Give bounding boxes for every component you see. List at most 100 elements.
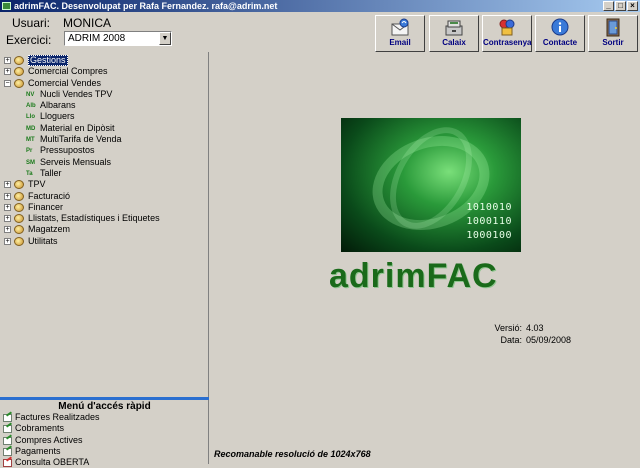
menu-tree: + Gestions + Comercial Compres − Comerci…	[2, 55, 207, 247]
tree-item-label: Llistats, Estadístiques i Etiquetes	[28, 213, 160, 224]
version-label: Versió:	[494, 323, 522, 333]
tree-item-label: Magatzem	[28, 224, 71, 235]
folder-icon	[14, 78, 24, 88]
folder-icon	[14, 191, 24, 201]
expand-icon[interactable]: +	[4, 181, 11, 189]
exit-button[interactable]: Sortir	[588, 15, 638, 52]
binary-line: 1000110	[466, 216, 512, 227]
chevron-down-icon[interactable]: ▼	[159, 32, 171, 45]
tree-item-llistats[interactable]: + Llistats, Estadístiques i Etiquetes	[2, 213, 207, 224]
tree-child-label: Lloguers	[40, 111, 75, 122]
binary-line: 1000100	[466, 230, 512, 241]
exercise-select-value: ADRIM 2008	[68, 33, 126, 44]
module-icon: Pr	[26, 148, 33, 155]
cash-drawer-button-label: Calaix	[442, 38, 466, 47]
email-button-label: Email	[389, 38, 411, 47]
email-icon	[391, 18, 409, 36]
document-icon	[3, 459, 12, 468]
main-area: 1010010 1000110 1000100 adrimFAC Versió:…	[210, 52, 640, 464]
exercise-label: Exercici:	[6, 33, 52, 47]
module-icon: MD	[26, 125, 36, 132]
quick-item-label: Cobraments	[15, 423, 65, 434]
app-icon	[2, 2, 11, 10]
password-button-label: Contrasenya	[483, 38, 532, 47]
password-button[interactable]: Contrasenya	[482, 15, 532, 52]
contact-button[interactable]: Contacte	[535, 15, 585, 52]
window-controls: _ □ ×	[603, 1, 638, 11]
expand-icon[interactable]: +	[4, 226, 11, 234]
expand-icon[interactable]: +	[4, 215, 11, 223]
tree-child-taller[interactable]: Ta Taller	[2, 168, 207, 179]
tree-child-material-en-diposit[interactable]: MD Material en Dipòsit	[2, 123, 207, 134]
tree-child-label: Nucli Vendes TPV	[40, 88, 113, 99]
close-button[interactable]: ×	[627, 1, 638, 11]
document-icon	[3, 436, 12, 445]
contact-button-label: Contacte	[542, 38, 578, 47]
tree-item-financer[interactable]: + Financer	[2, 202, 207, 213]
user-value: MONICA	[63, 16, 111, 30]
email-button[interactable]: Email	[375, 15, 425, 52]
tree-item-label: Utilitats	[28, 235, 58, 246]
tree-child-label: Taller	[40, 167, 62, 178]
module-icon: Llo	[26, 114, 35, 121]
tree-child-multitarifa-de-venda[interactable]: MT MultiTarifa de Venda	[2, 134, 207, 145]
folder-icon	[14, 202, 24, 212]
tree-child-albarans[interactable]: Alb Albarans	[2, 100, 207, 111]
module-icon: SM	[26, 159, 35, 166]
exercise-select[interactable]: ADRIM 2008 ▼	[64, 31, 172, 46]
title-bar: adrimFAC. Desenvolupat per Rafa Fernande…	[0, 0, 640, 12]
document-icon	[3, 425, 12, 434]
quick-item-label: Compres Actives	[15, 434, 83, 445]
exit-button-label: Sortir	[602, 38, 624, 47]
tree-item-comercial-compres[interactable]: + Comercial Compres	[2, 66, 207, 77]
document-icon	[3, 414, 12, 422]
cash-drawer-button[interactable]: Calaix	[429, 15, 479, 52]
expand-icon[interactable]: +	[4, 57, 11, 64]
tree-item-label: Comercial Compres	[28, 66, 108, 77]
cash-drawer-icon	[445, 20, 463, 36]
minimize-button[interactable]: _	[603, 1, 614, 11]
info-icon	[551, 18, 569, 36]
tree-child-label: Material en Dipòsit	[40, 122, 115, 133]
tree-item-label: Comercial Vendes	[28, 77, 102, 88]
expand-icon[interactable]: +	[4, 68, 11, 76]
tree-child-label: Pressupostos	[40, 145, 95, 156]
expand-icon[interactable]: +	[4, 237, 11, 245]
folder-icon	[14, 225, 24, 235]
tree-item-gestions[interactable]: + Gestions	[2, 55, 207, 66]
maximize-button[interactable]: □	[615, 1, 626, 11]
tree-child-label: Serveis Mensuals	[40, 156, 112, 167]
user-label: Usuari:	[12, 16, 51, 30]
splash-logo-image: 1010010 1000110 1000100	[341, 118, 521, 252]
tree-child-serveis-mensuals[interactable]: SM Serveis Mensuals	[2, 157, 207, 168]
module-icon: NV	[26, 91, 35, 98]
date-value: 05/09/2008	[526, 335, 572, 345]
module-icon: MT	[26, 137, 35, 144]
window-title: adrimFAC. Desenvolupat per Rafa Fernande…	[14, 1, 278, 11]
tree-child-lloguers[interactable]: Llo Lloguers	[2, 111, 207, 122]
brand-name: adrimFAC	[329, 257, 498, 295]
tree-child-label: MultiTarifa de Venda	[40, 134, 122, 145]
tree-item-tpv[interactable]: + TPV	[2, 179, 207, 190]
tree-child-nucli-vendes-tpv[interactable]: NV Nucli Vendes TPV	[2, 89, 207, 100]
tree-item-utilitats[interactable]: + Utilitats	[2, 236, 207, 247]
expand-icon[interactable]: +	[4, 192, 11, 200]
left-panel: + Gestions + Comercial Compres − Comerci…	[0, 52, 209, 468]
document-icon	[3, 447, 12, 456]
tree-item-facturacio[interactable]: + Facturació	[2, 191, 207, 202]
tree-item-comercial-vendes[interactable]: − Comercial Vendes	[2, 78, 207, 89]
expand-icon[interactable]: +	[4, 203, 11, 211]
quick-item-label: Pagaments	[15, 445, 61, 456]
tree-child-pressupostos[interactable]: Pr Pressupostos	[2, 145, 207, 156]
folder-icon	[14, 180, 24, 190]
quick-item-label: Factures Realitzades	[15, 412, 100, 422]
date-label: Data:	[500, 335, 522, 345]
panel-splitter[interactable]	[0, 397, 209, 400]
folder-icon	[14, 214, 24, 224]
module-icon: Ta	[26, 170, 33, 177]
collapse-icon[interactable]: −	[4, 79, 11, 87]
tree-item-magatzem[interactable]: + Magatzem	[2, 224, 207, 235]
binary-line: 1010010	[466, 202, 512, 213]
quick-item-label: Consulta OBERTA	[15, 457, 90, 468]
quick-access-title: Menú d'accés ràpid	[58, 401, 151, 412]
